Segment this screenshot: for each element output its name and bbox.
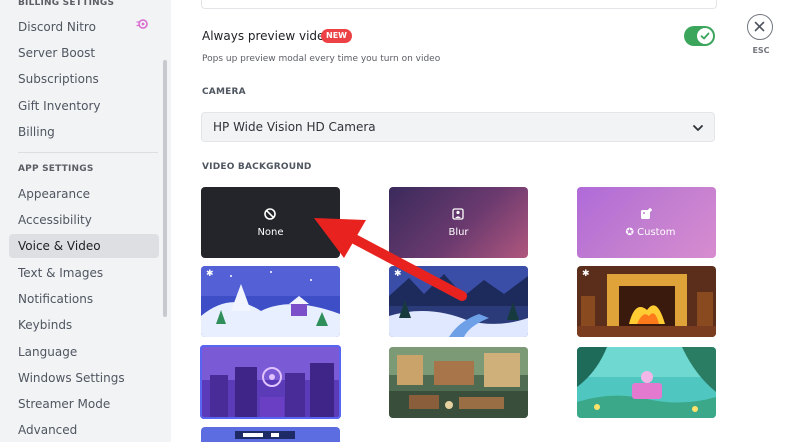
sidebar-item-server-boost[interactable]: Server Boost [9, 41, 159, 65]
sidebar-item-label: Discord Nitro [18, 20, 96, 34]
sidebar-divider [18, 152, 158, 153]
sidebar-item-keybinds[interactable]: Keybinds [9, 313, 159, 337]
sidebar-item-windows-settings[interactable]: Windows Settings [9, 366, 159, 390]
block-icon [264, 208, 276, 220]
background-option-label: None [257, 227, 284, 238]
app-settings-header: APP SETTINGS [18, 164, 94, 174]
sidebar-item-label: Server Boost [18, 46, 96, 60]
sidebar-item-label: Advanced [18, 423, 78, 437]
animated-badge-icon: ✱ [394, 269, 402, 279]
background-option-game-room[interactable] [389, 347, 528, 418]
sidebar-item-voice-video[interactable]: Voice & Video [9, 234, 159, 258]
billing-settings-header: BILLING SETTINGS [18, 0, 115, 8]
animated-badge-icon: ✱ [582, 269, 590, 279]
sidebar-item-label: Language [18, 345, 78, 359]
tropical-scene [577, 347, 716, 418]
close-icon [754, 21, 765, 32]
background-option-partial[interactable] [201, 427, 340, 442]
sidebar-item-billing[interactable]: Billing [9, 120, 159, 144]
check-icon [700, 32, 710, 40]
blur-icon [452, 208, 464, 220]
background-option-winter-village[interactable]: ✱ [201, 266, 340, 337]
fireplace-scene [577, 266, 716, 337]
sidebar-item-streamer-mode[interactable]: Streamer Mode [9, 392, 159, 416]
sidebar-item-label: Billing [18, 125, 55, 139]
sidebar-item-text-images[interactable]: Text & Images [9, 261, 159, 285]
always-preview-title: Always preview video [202, 29, 332, 43]
sidebar-item-subscriptions[interactable]: Subscriptions [9, 67, 159, 91]
always-preview-toggle[interactable] [684, 26, 715, 46]
close-button[interactable] [747, 14, 773, 40]
nitro-icon [136, 19, 148, 29]
camera-select-value: HP Wide Vision HD Camera [213, 120, 376, 134]
add-image-icon [641, 208, 652, 219]
sidebar-scrollbar[interactable] [163, 60, 167, 317]
background-option-custom[interactable]: ✪ Custom [577, 187, 716, 258]
winter-village-scene [201, 266, 340, 337]
background-option-neon-city[interactable] [200, 345, 341, 419]
sidebar-item-notifications[interactable]: Notifications [9, 287, 159, 311]
sidebar-item-label: Streamer Mode [18, 397, 111, 411]
esc-label: ESC [752, 46, 770, 55]
sidebar-item-label: Appearance [18, 187, 91, 201]
always-preview-description: Pops up preview modal every time you tur… [202, 54, 441, 64]
sidebar-item-gift-inventory[interactable]: Gift Inventory [9, 94, 159, 118]
background-option-snowy-night[interactable]: ✱ [389, 266, 528, 337]
sidebar-item-advanced[interactable]: Advanced [9, 418, 159, 442]
snowy-night-scene [389, 266, 528, 337]
camera-select[interactable]: HP Wide Vision HD Camera [201, 112, 715, 142]
sidebar-item-label: Text & Images [18, 266, 104, 280]
sidebar-item-label: Keybinds [18, 318, 73, 332]
sidebar-item-label: Subscriptions [18, 72, 99, 86]
background-option-label: Blur [448, 227, 469, 238]
sidebar-item-appearance[interactable]: Appearance [9, 182, 159, 206]
video-background-label: VIDEO BACKGROUND [202, 162, 312, 172]
sidebar-item-label: Notifications [18, 292, 94, 306]
custom-label-text: Custom [637, 227, 676, 238]
background-option-label: ✪ Custom [577, 227, 716, 238]
neon-city-scene [200, 345, 341, 419]
background-option-none[interactable]: None [201, 187, 340, 258]
game-room-scene [389, 347, 528, 418]
chevron-down-icon [693, 125, 703, 131]
sidebar-item-label: Voice & Video [18, 239, 101, 253]
settings-sidebar: BILLING SETTINGS Discord Nitro Server Bo… [0, 0, 171, 442]
sidebar-item-label: Gift Inventory [18, 99, 101, 113]
add-image-small-icon: ✪ [625, 227, 634, 238]
previous-section-edge [201, 0, 717, 9]
sidebar-item-accessibility[interactable]: Accessibility [9, 208, 159, 232]
camera-label: CAMERA [202, 87, 246, 97]
sidebar-item-label: Windows Settings [18, 371, 125, 385]
animated-badge-icon: ✱ [206, 269, 214, 279]
background-option-blur[interactable]: Blur [389, 187, 528, 258]
background-option-tropical[interactable] [577, 347, 716, 418]
partial-scene [201, 427, 340, 442]
new-badge: NEW [321, 29, 352, 43]
toggle-knob [697, 28, 713, 44]
sidebar-item-language[interactable]: Language [9, 340, 159, 364]
background-option-cozy-fireplace[interactable]: ✱ [577, 266, 716, 337]
sidebar-item-label: Accessibility [18, 213, 92, 227]
